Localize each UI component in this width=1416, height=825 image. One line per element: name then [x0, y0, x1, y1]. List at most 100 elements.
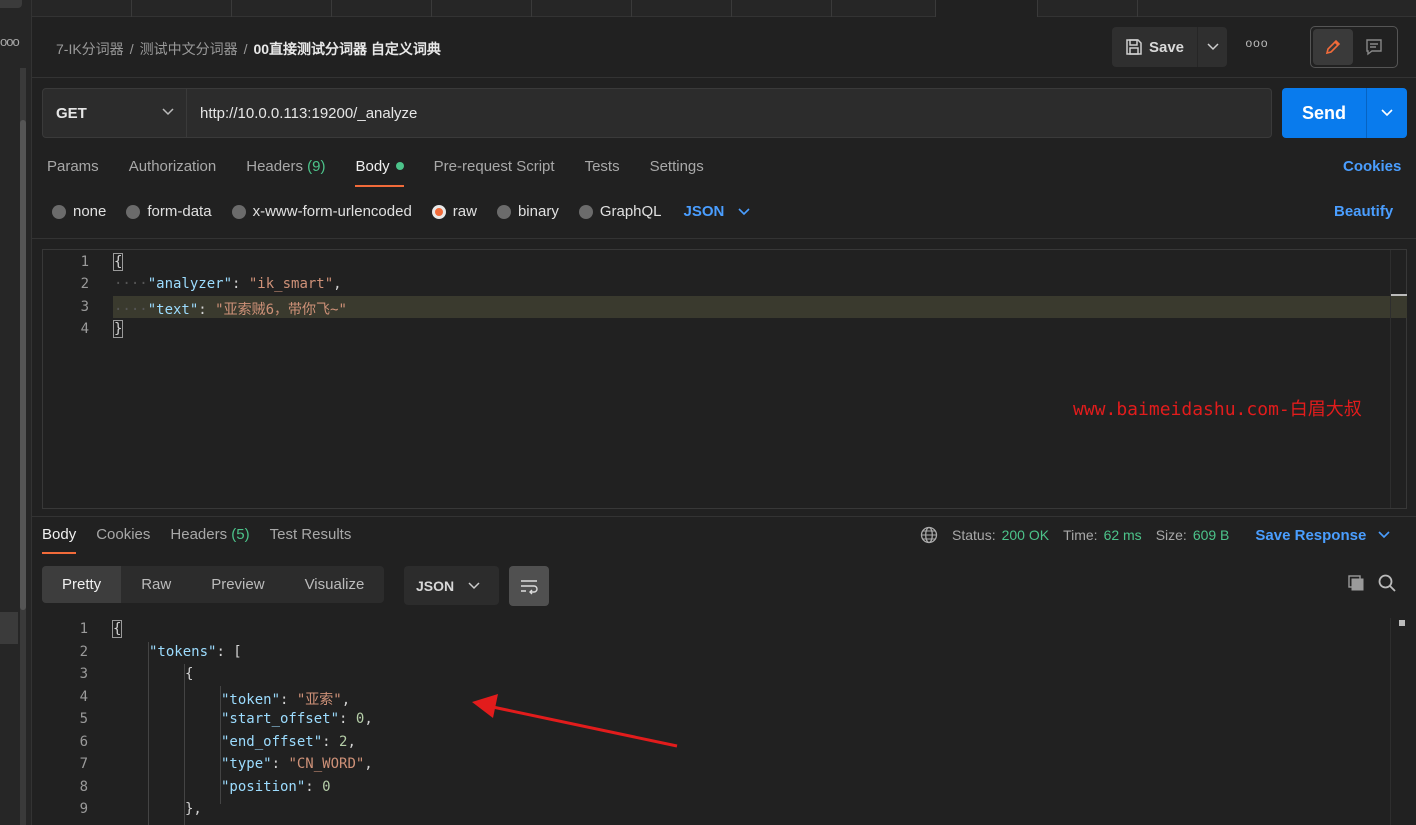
radio-urlencoded[interactable] — [231, 204, 246, 219]
watermark: www.baimeidashu.com-白眉大叔 — [1073, 399, 1362, 420]
sidebar-more-icon[interactable]: ooo — [0, 34, 20, 49]
view-pretty[interactable]: Pretty — [42, 566, 122, 603]
raw-format-select[interactable]: JSON — [684, 203, 751, 220]
radio-label: GraphQL — [599, 203, 662, 220]
view-visualize[interactable]: Visualize — [285, 566, 385, 603]
line-number: 1 — [80, 254, 89, 270]
url-input[interactable]: http://10.0.0.113:19200/_analyze — [187, 88, 1272, 138]
size-value[interactable]: 609 B — [1193, 527, 1230, 543]
line-number: 5 — [79, 711, 88, 727]
url-value: http://10.0.0.113:19200/_analyze — [200, 104, 418, 122]
tab-pre-request-script[interactable]: Pre-request Script — [434, 158, 555, 188]
http-method-select[interactable]: GET — [42, 88, 187, 138]
request-tab[interactable] — [32, 0, 132, 17]
code-number: 0 — [322, 779, 331, 795]
sidebar-selected-item[interactable] — [0, 612, 18, 644]
save-button[interactable]: Save — [1112, 27, 1197, 67]
breadcrumb-separator: / — [129, 41, 134, 57]
tab-settings[interactable]: Settings — [650, 158, 704, 188]
send-options-button[interactable] — [1366, 88, 1407, 138]
request-tab[interactable] — [532, 0, 632, 17]
breadcrumb-folder[interactable]: 测试中文分词器 — [140, 41, 238, 57]
copy-icon[interactable] — [1346, 573, 1366, 593]
response-tab-test-results[interactable]: Test Results — [270, 526, 352, 554]
editor-divider — [32, 238, 1416, 239]
line-number: 3 — [80, 299, 89, 315]
view-raw[interactable]: Raw — [121, 566, 191, 603]
chevron-down-icon — [1378, 531, 1390, 539]
request-tab-strip — [32, 0, 1416, 17]
whitespace-marker: ···· — [114, 302, 148, 318]
code-key: "start_offset" — [221, 711, 340, 727]
save-button-group: Save — [1112, 27, 1227, 67]
status-value[interactable]: 200 OK — [1002, 527, 1049, 543]
size-label: Size: — [1155, 527, 1187, 543]
view-preview[interactable]: Preview — [191, 566, 284, 603]
documentation-mode-button[interactable] — [1353, 29, 1395, 65]
line-number: 9 — [79, 801, 88, 817]
save-response-button[interactable]: Save Response — [1255, 527, 1390, 544]
request-tab-active[interactable] — [936, 0, 1038, 17]
body-type-none[interactable]: none — [52, 203, 106, 220]
more-actions-button[interactable]: ooo — [1242, 36, 1272, 58]
wrap-lines-icon — [521, 580, 538, 595]
body-type-raw[interactable]: raw — [431, 203, 477, 220]
request-tab[interactable] — [332, 0, 432, 17]
tab-tests[interactable]: Tests — [585, 158, 620, 188]
response-tab-cookies[interactable]: Cookies — [96, 526, 150, 554]
header-divider — [32, 77, 1416, 78]
code-string: "ik_smart" — [248, 276, 334, 292]
editor-scrollbar[interactable] — [1390, 250, 1407, 508]
indent-guide — [148, 642, 149, 825]
radio-label: raw — [452, 203, 477, 220]
response-body-viewer[interactable]: 1 2 3 4 5 6 7 8 9 { "tokens": [ { "token… — [32, 618, 1416, 825]
edit-mode-button[interactable] — [1313, 29, 1353, 65]
radio-label: x-www-form-urlencoded — [252, 203, 412, 220]
request-tab[interactable] — [432, 0, 532, 17]
wrap-lines-button[interactable] — [509, 566, 549, 606]
response-scrollbar[interactable] — [1390, 618, 1406, 825]
body-type-binary[interactable]: binary — [496, 203, 559, 220]
request-tab[interactable] — [132, 0, 232, 17]
request-tab[interactable] — [732, 0, 832, 17]
request-tab[interactable] — [832, 0, 936, 17]
tab-headers[interactable]: Headers (9) — [246, 158, 325, 188]
tab-body[interactable]: Body — [355, 158, 404, 188]
radio-form-data[interactable] — [126, 204, 141, 219]
tab-authorization[interactable]: Authorization — [129, 158, 217, 188]
code-key: "text" — [147, 302, 199, 318]
radio-binary[interactable] — [496, 204, 511, 219]
send-button[interactable]: Send — [1282, 88, 1366, 138]
request-name[interactable]: 00直接测试分词器 自定义词典 — [253, 41, 440, 57]
time-value[interactable]: 62 ms — [1104, 527, 1142, 543]
response-tab-body[interactable]: Body — [42, 526, 77, 554]
request-tab[interactable] — [232, 0, 332, 17]
radio-none[interactable] — [52, 204, 66, 219]
body-type-urlencoded[interactable]: x-www-form-urlencoded — [231, 203, 412, 220]
code-brace: } — [112, 320, 124, 338]
beautify-link[interactable]: Beautify — [1334, 203, 1393, 220]
code-bracket: [ — [233, 644, 242, 660]
cookies-link[interactable]: Cookies — [1343, 158, 1401, 175]
collection-sidebar-edge: ooo — [0, 0, 32, 825]
request-tab[interactable] — [632, 0, 732, 17]
line-number: 3 — [79, 666, 88, 682]
body-type-form-data[interactable]: form-data — [126, 203, 212, 220]
pencil-icon — [1325, 39, 1341, 55]
response-tab-headers[interactable]: Headers (5) — [170, 526, 249, 554]
search-icon[interactable] — [1377, 573, 1397, 593]
sidebar-scrollbar[interactable] — [20, 120, 26, 610]
tab-params[interactable]: Params — [47, 158, 99, 188]
response-format-select[interactable]: JSON — [404, 566, 499, 605]
breadcrumb-collection[interactable]: 7-IK分词器 — [56, 41, 124, 57]
headers-count: (9) — [307, 158, 326, 175]
save-options-button[interactable] — [1197, 27, 1227, 67]
sidebar-top-button[interactable] — [0, 0, 22, 8]
globe-icon[interactable] — [920, 526, 938, 544]
radio-graphql[interactable] — [578, 204, 593, 219]
line-number: 2 — [80, 276, 89, 292]
body-type-graphql[interactable]: GraphQL — [578, 203, 662, 220]
radio-raw[interactable] — [431, 204, 446, 219]
request-body-editor[interactable]: 1 2 3 4 { ····"analyzer": "ik_smart", ··… — [42, 249, 1407, 509]
request-tab[interactable] — [1038, 0, 1138, 17]
